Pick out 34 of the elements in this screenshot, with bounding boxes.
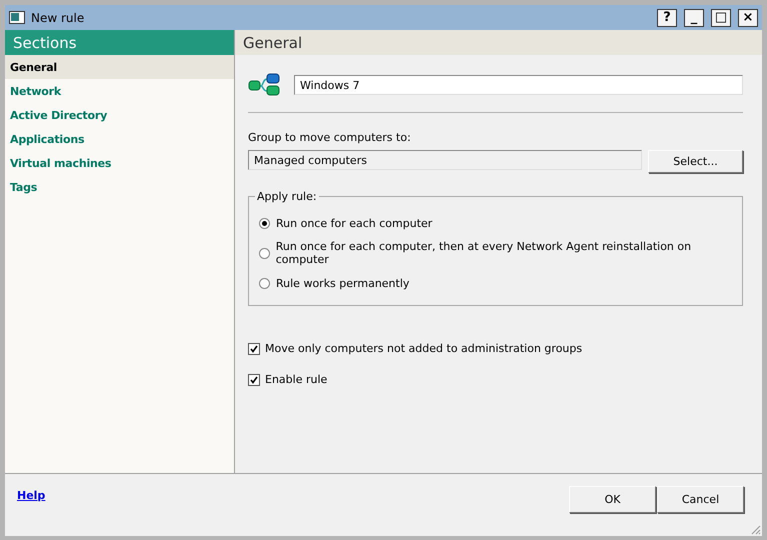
hierarchy-icon (248, 73, 280, 97)
window-title: New rule (31, 10, 86, 24)
radio-label: Rule works permanently (276, 276, 410, 290)
radio-button[interactable] (259, 248, 270, 258)
window-control[interactable]: × (738, 8, 758, 26)
group-label: Group to move computers to: (248, 131, 412, 144)
sidebar-item[interactable]: Virtual machines (5, 151, 234, 175)
window-control[interactable]: □ (711, 8, 731, 26)
checkbox-label: Enable rule (265, 373, 328, 386)
sidebar-title: Sections (5, 30, 234, 55)
group-legend: Apply rule: (255, 190, 319, 203)
radio-button[interactable] (259, 278, 270, 288)
sidebar-item[interactable]: Active Directory (5, 103, 234, 127)
dialog-button[interactable]: OK (569, 486, 656, 513)
checkbox[interactable] (248, 374, 260, 386)
window-control[interactable]: _ (684, 8, 704, 26)
radio-label: Run once for each computer, then at every Network Agent reinstallation on computer (276, 240, 692, 266)
sidebar-item[interactable]: Network (5, 79, 234, 103)
checkbox-label: Move only computers not added to administration groups (265, 342, 582, 355)
radio-button[interactable] (259, 218, 270, 228)
resize-grip-icon[interactable] (750, 524, 761, 535)
section-title: General (235, 30, 762, 55)
sidebar-item[interactable]: General (5, 55, 234, 79)
checkbox[interactable] (248, 342, 260, 354)
radio-label: Run once for each computer (276, 216, 432, 230)
name-field[interactable]: Windows 7 (294, 75, 743, 95)
group-field[interactable]: Managed computers (248, 150, 642, 170)
select-button[interactable]: Select... (648, 150, 743, 173)
window-icon (9, 11, 25, 24)
window-control[interactable]: ? (657, 8, 677, 26)
dialog-button[interactable]: Cancel (657, 486, 744, 513)
help-link[interactable]: Help (17, 489, 46, 502)
sidebar-item[interactable]: Applications (5, 127, 234, 151)
sidebar-item[interactable]: Tags (5, 175, 234, 199)
